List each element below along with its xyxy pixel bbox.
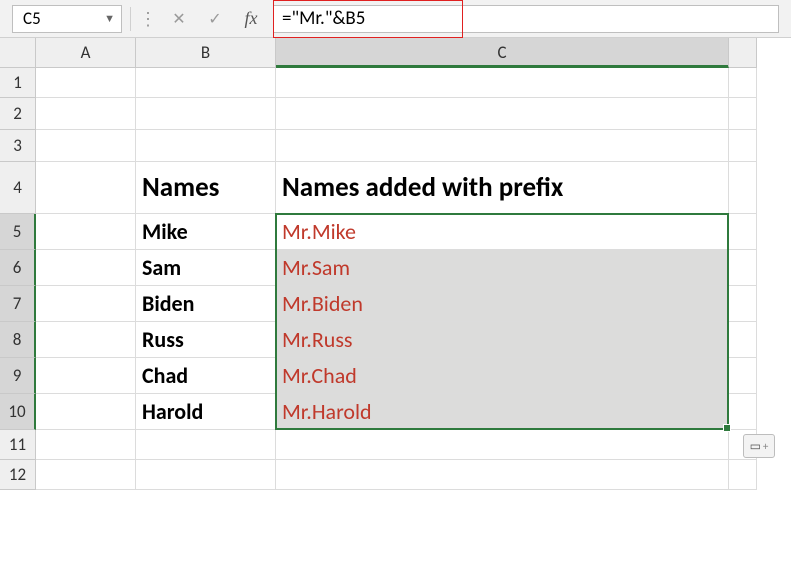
row-header-6[interactable]: 6: [0, 250, 36, 286]
cell-edge5: [729, 214, 757, 250]
cell-B5[interactable]: Mike: [136, 214, 276, 250]
row-header-11[interactable]: 11: [0, 430, 36, 460]
cell-B6[interactable]: Sam: [136, 250, 276, 286]
cell-C6[interactable]: Mr.Sam: [276, 250, 729, 286]
cell-A3[interactable]: [36, 130, 136, 162]
cell-C8[interactable]: Mr.Russ: [276, 322, 729, 358]
cell-B1[interactable]: [136, 68, 276, 98]
cell-A8[interactable]: [36, 322, 136, 358]
fx-icon: fx: [245, 8, 258, 29]
close-icon: ✕: [172, 9, 185, 29]
formula-bar: C5 ▼ ⋮ ✕ ✓ fx ="Mr."&B5: [0, 0, 791, 38]
select-all-corner[interactable]: [0, 38, 36, 68]
name-box-value: C5: [23, 8, 41, 29]
cell-A10[interactable]: [36, 394, 136, 430]
cell-B7[interactable]: Biden: [136, 286, 276, 322]
row-header-7[interactable]: 7: [0, 286, 36, 322]
cell-B2[interactable]: [136, 98, 276, 130]
row-header-4[interactable]: 4: [0, 162, 36, 214]
cell-B10[interactable]: Harold: [136, 394, 276, 430]
cell-A2[interactable]: [36, 98, 136, 130]
grid: A B C 1 2 3 4 Names Names added with pre…: [0, 38, 757, 490]
cell-A9[interactable]: [36, 358, 136, 394]
col-header-edge: [729, 38, 757, 68]
formula-text: ="Mr."&B5: [282, 7, 365, 30]
cell-C10[interactable]: Mr.Harold: [276, 394, 729, 430]
row-header-10[interactable]: 10: [0, 394, 36, 430]
chevron-down-icon[interactable]: ▼: [104, 12, 115, 25]
row-header-2[interactable]: 2: [0, 98, 36, 130]
plus-icon: +: [763, 440, 768, 453]
cell-C3[interactable]: [276, 130, 729, 162]
cell-edge7: [729, 286, 757, 322]
row-header-9[interactable]: 9: [0, 358, 36, 394]
cell-C12[interactable]: [276, 460, 729, 490]
row-header-12[interactable]: 12: [0, 460, 36, 490]
cell-edge4: [729, 162, 757, 214]
cell-edge2: [729, 98, 757, 130]
cell-B3[interactable]: [136, 130, 276, 162]
cell-A1[interactable]: [36, 68, 136, 98]
cell-edge9: [729, 358, 757, 394]
name-box[interactable]: C5 ▼: [12, 5, 122, 33]
cell-edge6: [729, 250, 757, 286]
cell-edge8: [729, 322, 757, 358]
row-header-8[interactable]: 8: [0, 322, 36, 358]
cell-B11[interactable]: [136, 430, 276, 460]
row-header-5[interactable]: 5: [0, 214, 36, 250]
worksheet: A B C 1 2 3 4 Names Names added with pre…: [0, 38, 791, 490]
check-icon: ✓: [208, 9, 221, 29]
more-icon: ⋮: [139, 8, 157, 30]
insert-function-button[interactable]: fx: [237, 7, 265, 31]
cell-C11[interactable]: [276, 430, 729, 460]
cell-B8[interactable]: Russ: [136, 322, 276, 358]
autofill-options-button[interactable]: ▭+: [743, 434, 775, 458]
col-header-C[interactable]: C: [276, 38, 729, 68]
cell-A12[interactable]: [36, 460, 136, 490]
cell-B12[interactable]: [136, 460, 276, 490]
cell-edge3: [729, 130, 757, 162]
col-header-A[interactable]: A: [36, 38, 136, 68]
cell-B9[interactable]: Chad: [136, 358, 276, 394]
separator: [130, 7, 131, 31]
cell-edge10: [729, 394, 757, 430]
cell-C7[interactable]: Mr.Biden: [276, 286, 729, 322]
cell-C2[interactable]: [276, 98, 729, 130]
col-header-B[interactable]: B: [136, 38, 276, 68]
cell-C5[interactable]: Mr.Mike: [276, 214, 729, 250]
accept-formula-button[interactable]: ✓: [201, 7, 229, 31]
cell-A4[interactable]: [36, 162, 136, 214]
cell-B4[interactable]: Names: [136, 162, 276, 214]
cell-A11[interactable]: [36, 430, 136, 460]
cell-C4[interactable]: Names added with prefix: [276, 162, 729, 214]
cell-C9[interactable]: Mr.Chad: [276, 358, 729, 394]
formula-input[interactable]: ="Mr."&B5: [273, 5, 779, 33]
cell-edge1: [729, 68, 757, 98]
autofill-icon: ▭: [750, 439, 761, 454]
cell-A6[interactable]: [36, 250, 136, 286]
cell-edge12: [729, 460, 757, 490]
row-header-1[interactable]: 1: [0, 68, 36, 98]
cell-A5[interactable]: [36, 214, 136, 250]
cell-C1[interactable]: [276, 68, 729, 98]
cancel-formula-button[interactable]: ✕: [165, 7, 193, 31]
row-header-3[interactable]: 3: [0, 130, 36, 162]
cell-A7[interactable]: [36, 286, 136, 322]
